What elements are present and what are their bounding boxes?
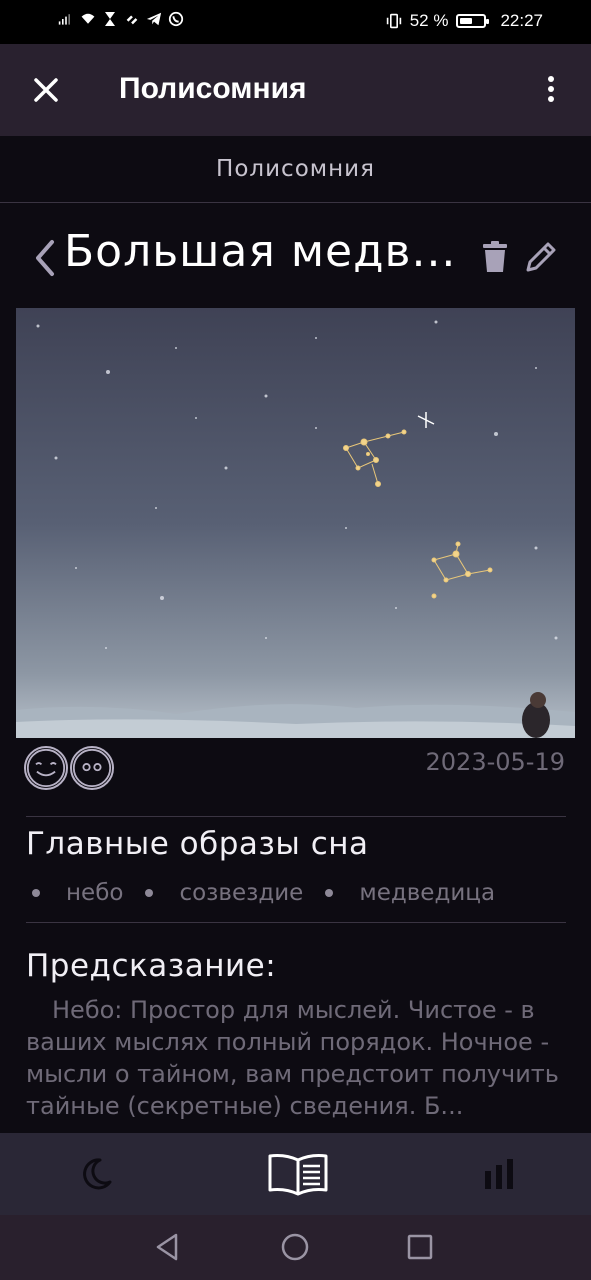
wifi-icon xyxy=(81,13,95,24)
nav-sleep[interactable] xyxy=(60,1133,132,1215)
bullet-icon xyxy=(32,889,40,897)
delete-icon[interactable] xyxy=(480,240,510,274)
status-icons-left xyxy=(58,11,184,27)
images-section-title: Главные образы сна xyxy=(26,826,369,862)
divider xyxy=(26,816,566,817)
emotion-list xyxy=(24,746,114,790)
dream-date: 2023-05-19 xyxy=(425,748,565,776)
status-icons-right: 52 % 22:27 xyxy=(386,11,543,31)
dream-illustration xyxy=(16,308,575,738)
bottom-navigation xyxy=(0,1133,591,1215)
prediction-title: Предсказание: xyxy=(26,948,277,984)
smiling-face-icon[interactable] xyxy=(24,746,68,790)
back-chevron-icon[interactable] xyxy=(30,234,60,282)
battery-fill xyxy=(460,18,473,24)
system-navigation-bar xyxy=(0,1215,591,1280)
tag-item[interactable]: медведица xyxy=(325,880,517,906)
tag-item[interactable]: небо xyxy=(32,880,145,906)
more-menu-icon[interactable] xyxy=(537,72,565,110)
recent-apps-square-icon[interactable] xyxy=(404,1231,436,1263)
status-bar: 52 % 22:27 xyxy=(0,0,591,44)
clock: 22:27 xyxy=(500,11,543,30)
app-bar: Полисомния xyxy=(0,44,591,136)
nav-journal[interactable] xyxy=(258,1133,338,1215)
viber-icon xyxy=(168,11,184,27)
tag-item[interactable]: созвездие xyxy=(145,880,325,906)
vibrate-icon xyxy=(386,13,401,29)
stats-icon xyxy=(485,1159,513,1189)
dream-title-row: Большая медв... xyxy=(0,210,591,306)
battery-icon xyxy=(456,14,490,28)
telegram-icon xyxy=(146,12,162,26)
book-icon xyxy=(268,1154,328,1196)
link-icon xyxy=(126,15,138,25)
back-triangle-icon[interactable] xyxy=(152,1231,184,1263)
divider xyxy=(26,922,566,923)
bullet-icon xyxy=(325,889,334,897)
moon-icon xyxy=(83,1158,112,1190)
bullet-icon xyxy=(145,889,154,897)
hourglass-icon xyxy=(105,12,115,26)
nav-stats[interactable] xyxy=(464,1133,534,1215)
app-title: Полисомния xyxy=(119,72,307,105)
signal-icon xyxy=(58,14,70,25)
prediction-text: Небо: Простор для мыслей. Чистое - в ваш… xyxy=(26,996,559,1120)
dream-title: Большая медв... xyxy=(64,226,457,277)
battery-percent: 52 % xyxy=(409,11,449,30)
neutral-face-icon[interactable] xyxy=(70,746,114,790)
tag-list: небо созвездие медведица xyxy=(32,880,517,906)
home-circle-icon[interactable] xyxy=(279,1231,311,1263)
section-header: Полисомния xyxy=(0,136,591,203)
close-icon[interactable] xyxy=(26,70,66,110)
edit-pencil-icon[interactable] xyxy=(522,238,560,276)
